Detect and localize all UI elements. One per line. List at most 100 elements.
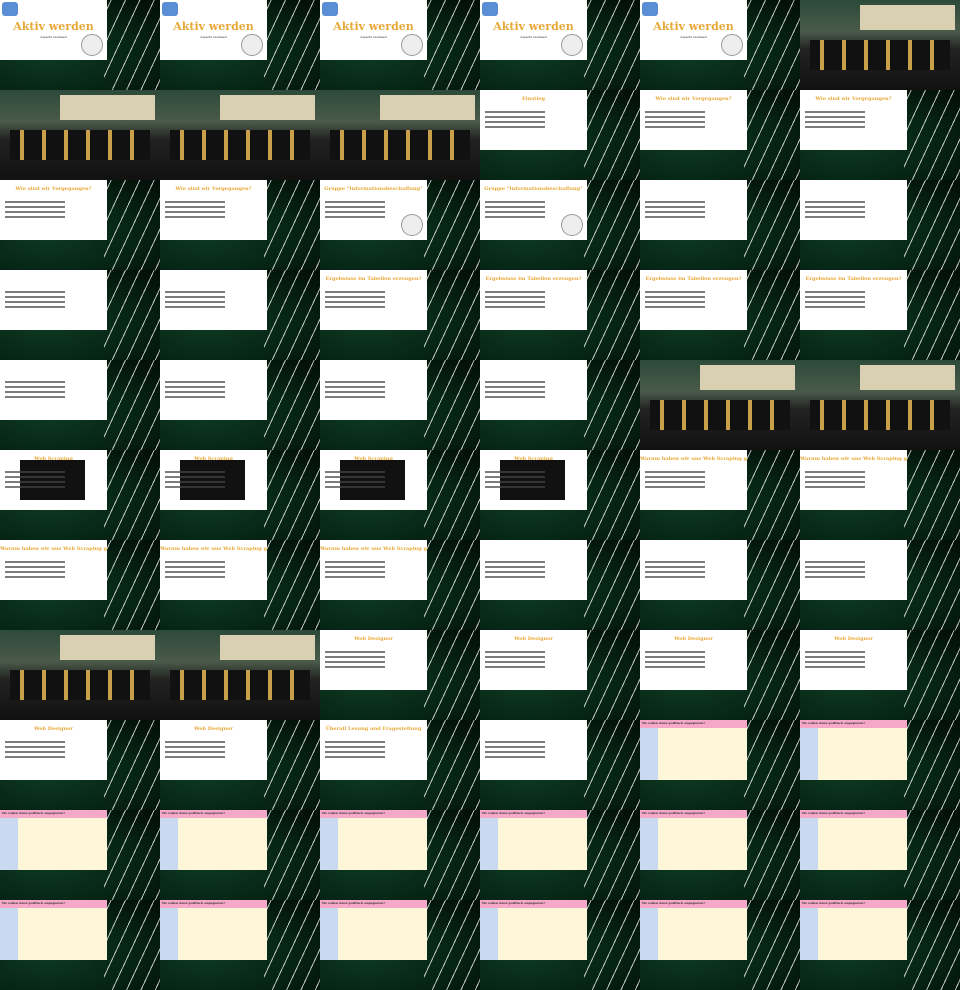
thumbnail-46[interactable]: Web Designer — [640, 630, 800, 720]
thumbnail-12[interactable]: Wie sind wir Vorgegangen? — [0, 180, 160, 270]
thumbnail-44[interactable]: Web Designer — [320, 630, 480, 720]
thumbnail-36[interactable]: Warum haben wir uns Web Scraping gefunde… — [0, 540, 160, 630]
thumbnail-54[interactable]: Wo sollen denn politisch engagieren? — [0, 810, 160, 900]
text-line — [325, 741, 385, 743]
slide-title: Ergebnisse im Tabellen erzeugen? — [485, 276, 582, 282]
thumbnail-17[interactable] — [800, 180, 960, 270]
slide-preview: Wo sollen denn politisch engagieren? — [800, 900, 907, 960]
thumbnail-18[interactable] — [0, 270, 160, 360]
thumbnail-33[interactable]: Web Scraping — [480, 450, 640, 540]
thumbnail-19[interactable] — [160, 270, 320, 360]
thumbnail-57[interactable]: Wo sollen denn politisch engagieren? — [480, 810, 640, 900]
thumbnail-26[interactable] — [320, 360, 480, 450]
slide-preview: Web Designer — [640, 630, 747, 690]
thumbnail-1[interactable]: Aktiv werden Aspects reviewed — [160, 0, 320, 90]
thumbnail-15[interactable]: Gruppe "Informationsbeschaffung" — [480, 180, 640, 270]
text-lines — [485, 198, 545, 221]
slide-title: Ergebnisse im Tabellen erzeugen? — [325, 276, 422, 282]
thumbnail-22[interactable]: Ergebnisse im Tabellen erzeugen? — [640, 270, 800, 360]
thumbnail-29[interactable] — [800, 360, 960, 450]
thumbnail-11[interactable]: Wie sind wir Vorgegangen? — [800, 90, 960, 180]
thumbnail-65[interactable]: Wo sollen denn politisch engagieren? — [800, 900, 960, 990]
text-line — [645, 121, 705, 123]
decorative-stripes — [264, 270, 320, 360]
thumbnail-51[interactable] — [480, 720, 640, 810]
thumbnail-30[interactable]: Web Scraping — [0, 450, 160, 540]
thumbnail-27[interactable] — [480, 360, 640, 450]
thumbnail-13[interactable]: Wie sind wir Vorgegangen? — [160, 180, 320, 270]
thumbnail-42[interactable] — [0, 630, 160, 720]
decorative-stripes — [424, 450, 480, 540]
slide-title: Web Designer — [514, 636, 553, 642]
thumbnail-8[interactable] — [320, 90, 480, 180]
thumbnail-55[interactable]: Wo sollen denn politisch engagieren? — [160, 810, 320, 900]
text-lines — [5, 378, 65, 401]
text-line — [5, 301, 65, 303]
thumbnail-41[interactable] — [800, 540, 960, 630]
text-line — [5, 216, 65, 218]
banner — [700, 365, 795, 390]
thumbnail-48[interactable]: Web Designer — [0, 720, 160, 810]
thumbnail-0[interactable]: Aktiv werden Aspects reviewed — [0, 0, 160, 90]
thumbnail-14[interactable]: Gruppe "Informationsbeschaffung" — [320, 180, 480, 270]
thumbnail-21[interactable]: Ergebnisse im Tabellen erzeugen? — [480, 270, 640, 360]
thumbnail-6[interactable] — [0, 90, 160, 180]
thumbnail-31[interactable]: Web Scraping — [160, 450, 320, 540]
thumbnail-9[interactable]: Einstieg — [480, 90, 640, 180]
thumbnail-40[interactable] — [640, 540, 800, 630]
thumbnail-60[interactable]: Wo sollen denn politisch engagieren? — [0, 900, 160, 990]
thumbnail-58[interactable]: Wo sollen denn politisch engagieren? — [640, 810, 800, 900]
thumbnail-50[interactable]: Überall Lesung und Fragestellung — [320, 720, 480, 810]
thumbnail-49[interactable]: Web Designer — [160, 720, 320, 810]
thumbnail-32[interactable]: Web Scraping — [320, 450, 480, 540]
thumbnail-37[interactable]: Warum haben wir uns Web Scraping gefunde… — [160, 540, 320, 630]
thumbnail-16[interactable] — [640, 180, 800, 270]
text-line — [805, 291, 865, 293]
thumbnail-25[interactable] — [160, 360, 320, 450]
thumbnail-7[interactable] — [160, 90, 320, 180]
thumbnail-45[interactable]: Web Designer — [480, 630, 640, 720]
text-line — [5, 481, 65, 483]
thumbnail-3[interactable]: Aktiv werden Aspects reviewed — [480, 0, 640, 90]
thumbnail-64[interactable]: Wo sollen denn politisch engagieren? — [640, 900, 800, 990]
slide-title: Wie sind wir Vorgegangen? — [815, 96, 892, 102]
thumbnail-34[interactable]: Warum haben wir uns Web Scraping gefunde… — [640, 450, 800, 540]
decorative-stripes — [584, 0, 640, 90]
text-line — [5, 751, 65, 753]
thumbnail-59[interactable]: Wo sollen denn politisch engagieren? — [800, 810, 960, 900]
thumbnail-10[interactable]: Wie sind wir Vorgegangen? — [640, 90, 800, 180]
text-line — [165, 471, 225, 473]
thumbnail-5[interactable] — [800, 0, 960, 90]
slide-preview: Warum haben wir uns Web Scraping gefunde… — [640, 450, 747, 510]
decorative-stripes — [104, 180, 160, 270]
performers — [10, 130, 150, 160]
slide-title: Wo sollen denn politisch engagieren? — [322, 901, 386, 905]
thumbnail-39[interactable] — [480, 540, 640, 630]
thumbnail-56[interactable]: Wo sollen denn politisch engagieren? — [320, 810, 480, 900]
badge-icon — [721, 34, 743, 56]
thumbnail-4[interactable]: Aktiv werden Aspects reviewed — [640, 0, 800, 90]
thumbnail-24[interactable] — [0, 360, 160, 450]
thumbnail-23[interactable]: Ergebnisse im Tabellen erzeugen? — [800, 270, 960, 360]
thumbnail-28[interactable] — [640, 360, 800, 450]
thumbnail-38[interactable]: Warum haben wir uns Web Scraping gefunde… — [320, 540, 480, 630]
thumbnail-61[interactable]: Wo sollen denn politisch engagieren? — [160, 900, 320, 990]
text-lines — [165, 378, 225, 401]
thumbnail-43[interactable] — [160, 630, 320, 720]
decorative-stripes — [744, 630, 800, 720]
thumbnail-52[interactable]: Wo sollen denn politisch engagieren? — [640, 720, 800, 810]
thumbnail-20[interactable]: Ergebnisse im Tabellen erzeugen? — [320, 270, 480, 360]
thumbnail-35[interactable]: Warum haben wir uns Web Scraping gefunde… — [800, 450, 960, 540]
thumbnail-62[interactable]: Wo sollen denn politisch engagieren? — [320, 900, 480, 990]
decorative-stripes — [744, 270, 800, 360]
thumbnail-63[interactable]: Wo sollen denn politisch engagieren? — [480, 900, 640, 990]
thumbnail-2[interactable]: Aktiv werden Aspects reviewed — [320, 0, 480, 90]
text-line — [485, 471, 545, 473]
thumbnail-53[interactable]: Wo sollen denn politisch engagieren? — [800, 720, 960, 810]
text-line — [645, 306, 705, 308]
slide-title: Web Designer — [34, 726, 73, 732]
sidebar — [640, 908, 658, 960]
thumbnail-47[interactable]: Web Designer — [800, 630, 960, 720]
text-line — [5, 566, 65, 568]
text-line — [805, 116, 865, 118]
